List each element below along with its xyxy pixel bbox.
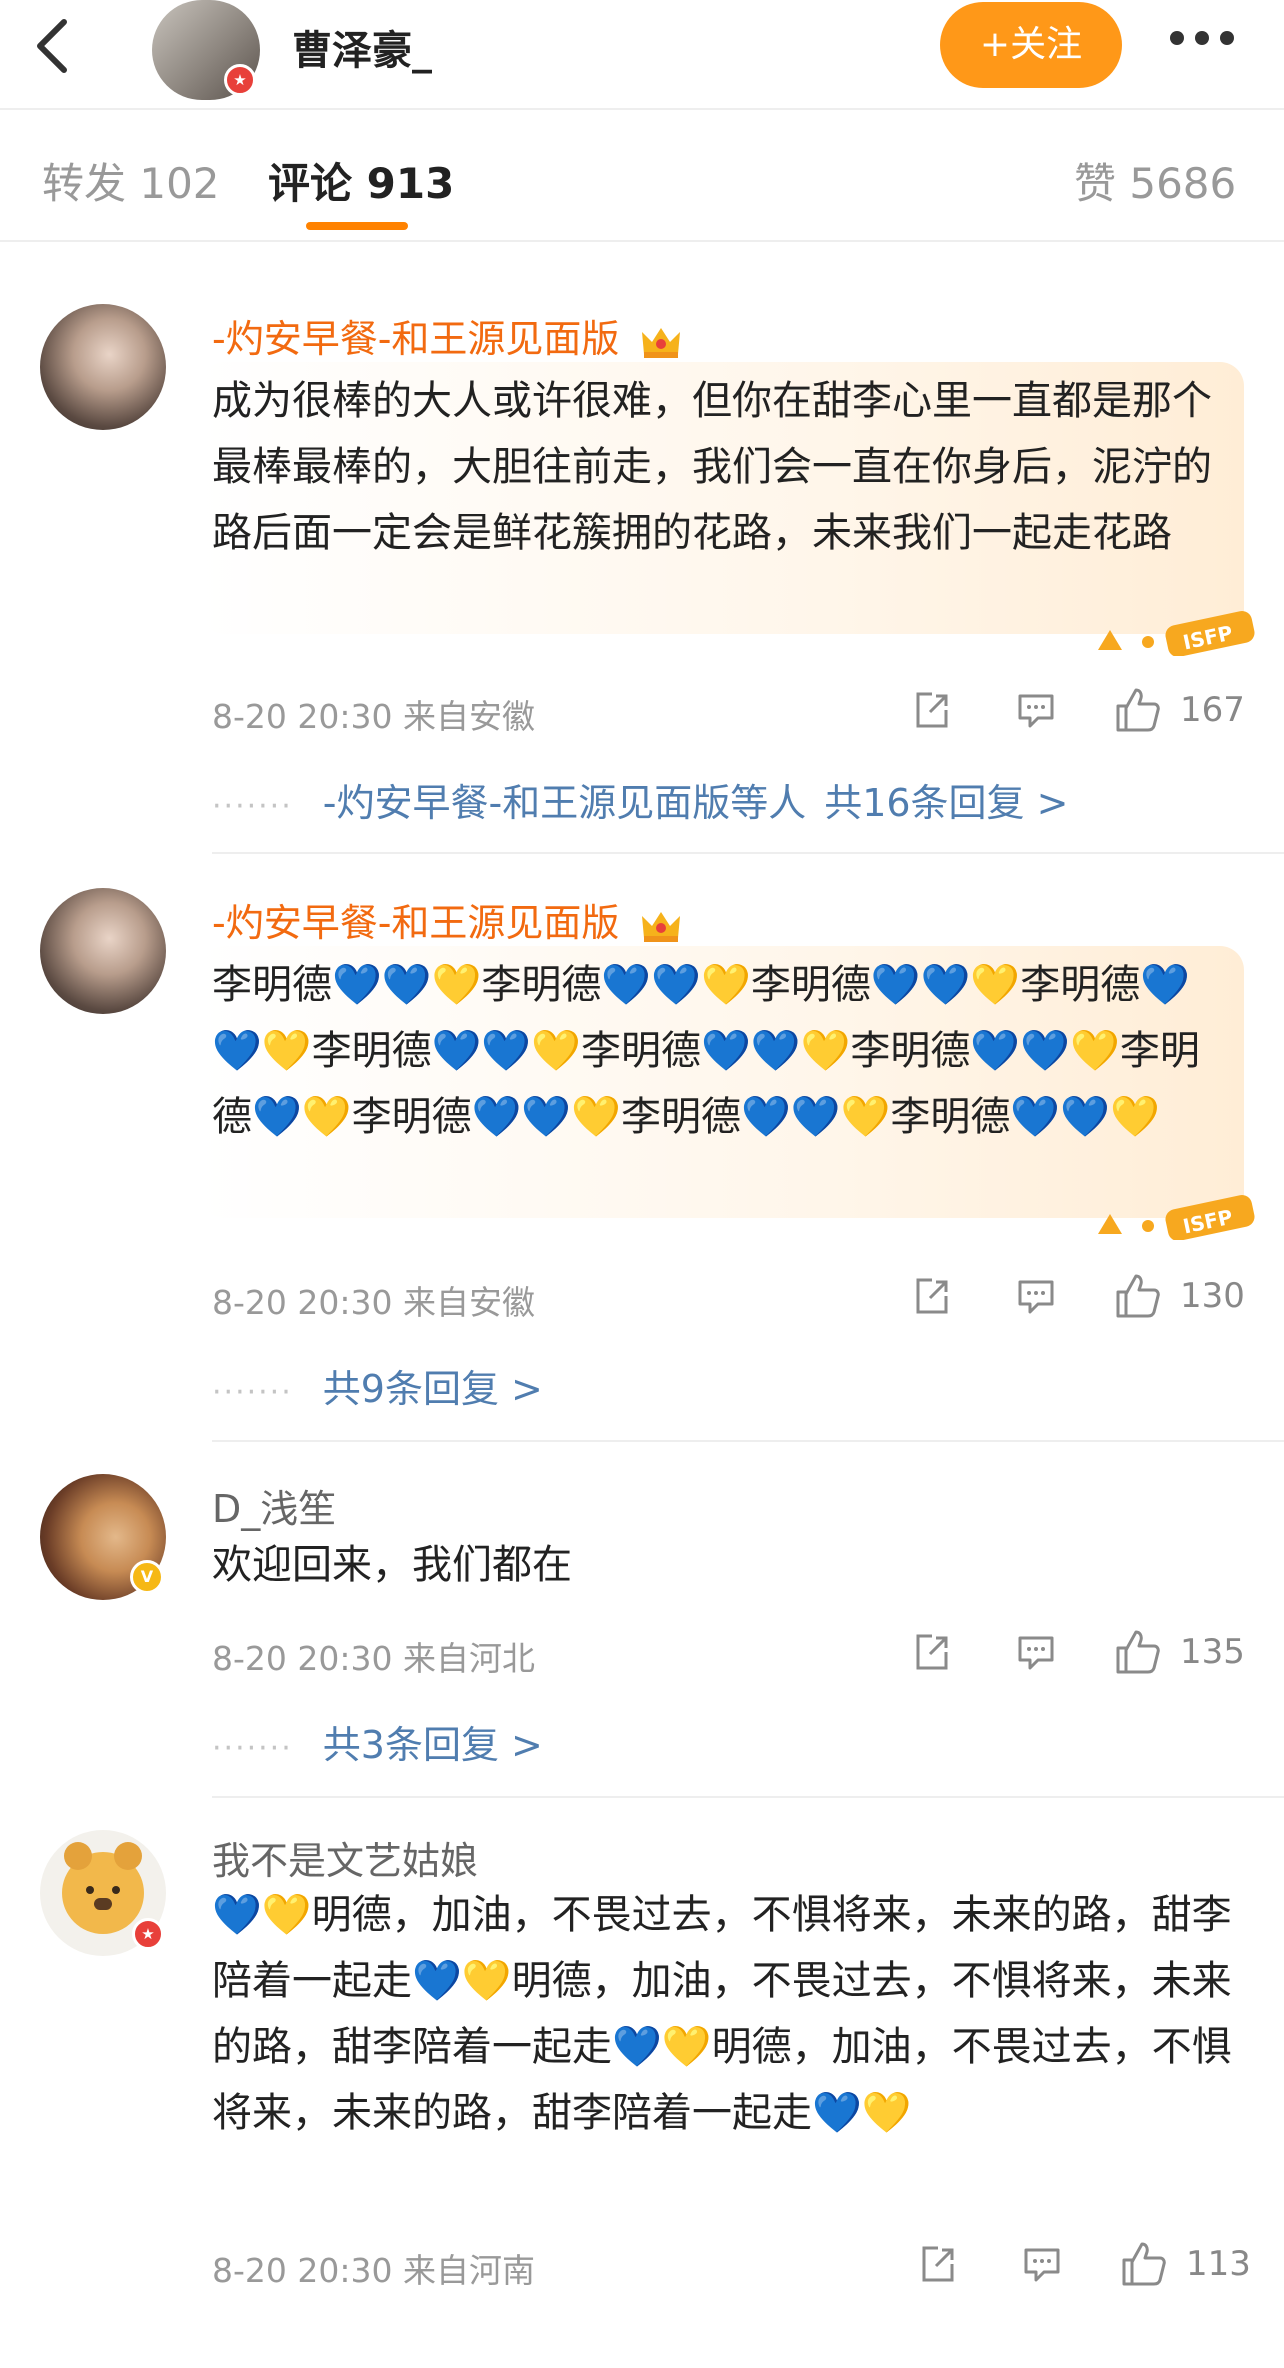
back-icon[interactable] xyxy=(28,16,80,76)
profile-name[interactable]: 曹泽豪_ xyxy=(292,18,432,76)
tabs-divider xyxy=(0,240,1284,242)
verified-badge-icon: ★ xyxy=(224,64,256,96)
header-divider xyxy=(0,108,1284,110)
comment-text: 李明德💙💙💛李明德💙💙💛李明德💙💙💛李明德💙💙💛李明德💙💙💛李明德💙💙💛李明德💙… xyxy=(212,962,1200,1140)
repost-icon[interactable] xyxy=(918,2244,958,2284)
comment-divider xyxy=(212,1796,1284,1798)
comment-icon[interactable] xyxy=(1016,1632,1056,1672)
comment-text: 💙💛明德，加油，不畏过去，不惧将来，未来的路，甜李陪着一起走💙💛明德，加油，不畏… xyxy=(212,1892,1232,2136)
comment-icon[interactable] xyxy=(1016,690,1056,730)
verified-badge-icon: ★ xyxy=(132,1918,164,1950)
tab-likes[interactable]: 赞 5686 xyxy=(1074,150,1236,211)
comment-author[interactable]: -灼安早餐-和王源见面版 xyxy=(212,892,682,947)
tab-reposts[interactable]: 转发 102 xyxy=(42,150,220,211)
tab-comments[interactable]: 评论 913 xyxy=(268,150,454,211)
like-icon[interactable] xyxy=(1114,1628,1162,1676)
more-icon[interactable] xyxy=(1170,30,1246,56)
comment-icon[interactable] xyxy=(1022,2244,1062,2284)
follow-button[interactable]: +关注 xyxy=(940,2,1122,88)
like-count: 167 xyxy=(1180,690,1245,730)
comment-text: 欢迎回来，我们都在 xyxy=(212,1542,572,1588)
comment-timestamp: 8-20 20:30 来自河北 xyxy=(212,1639,535,1678)
like-icon[interactable] xyxy=(1114,1272,1162,1320)
comment-divider xyxy=(212,1440,1284,1442)
like-icon[interactable] xyxy=(1114,686,1162,734)
author-name[interactable]: -灼安早餐-和王源见面版 xyxy=(212,317,619,361)
replies-authors[interactable]: -灼安早餐-和王源见面版等人 xyxy=(323,781,806,825)
dots-icon: ······· xyxy=(212,1375,293,1410)
repost-icon[interactable] xyxy=(912,1276,952,1316)
comment-icon[interactable] xyxy=(1016,1276,1056,1316)
dots-icon: ······· xyxy=(212,789,293,824)
avatar[interactable] xyxy=(40,304,166,430)
repost-icon[interactable] xyxy=(912,1632,952,1672)
comment-timestamp: 8-20 20:30 来自安徽 xyxy=(212,697,535,736)
comment-timestamp: 8-20 20:30 来自河南 xyxy=(212,2251,535,2290)
comment-item: -灼安早餐-和王源见面版 李明德💙💙💛李明德💙💙💛李明德💙💙💛李明德💙💙💛李明德… xyxy=(0,884,1284,1424)
comment-author[interactable]: D_浅笙 xyxy=(212,1478,336,1533)
like-icon[interactable] xyxy=(1120,2240,1168,2288)
isfp-sticker-icon: ISFP xyxy=(1098,611,1255,656)
crown-icon xyxy=(641,911,680,942)
repost-icon[interactable] xyxy=(912,690,952,730)
comment-author[interactable]: 我不是文艺姑娘 xyxy=(212,1830,478,1885)
comment-item: -灼安早餐-和王源见面版 成为很棒的大人或许很难，但你在甜李心里一直都是那个最棒… xyxy=(0,300,1284,840)
view-replies-link[interactable]: ······· 共9条回复 > xyxy=(212,1358,543,1413)
crown-icon xyxy=(641,327,680,358)
comment-author[interactable]: -灼安早餐-和王源见面版 xyxy=(212,308,682,363)
active-tab-indicator xyxy=(306,222,408,230)
like-count: 135 xyxy=(1180,1632,1245,1672)
replies-count[interactable]: 共9条回复 > xyxy=(323,1367,543,1411)
profile-avatar[interactable]: ★ xyxy=(152,0,260,100)
comment-timestamp: 8-20 20:30 来自安徽 xyxy=(212,1283,535,1322)
comment-item: ★ 我不是文艺姑娘 💙💛明德，加油，不畏过去，不惧将来，未来的路，甜李陪着一起走… xyxy=(0,1830,1284,2368)
dots-icon: ······· xyxy=(212,1731,293,1766)
comment-divider xyxy=(212,852,1284,854)
like-count: 130 xyxy=(1180,1276,1245,1316)
comment-text: 成为很棒的大人或许很难，但你在甜李心里一直都是那个最棒最棒的，大胆往前走，我们会… xyxy=(212,378,1212,556)
avatar[interactable] xyxy=(40,888,166,1014)
verified-badge-icon: V xyxy=(130,1560,164,1594)
weibo-comments-page: ★ 曹泽豪_ +关注 转发 102 评论 913 赞 5686 -灼安早餐-和王… xyxy=(0,0,1284,2368)
isfp-sticker-icon: ISFP xyxy=(1098,1195,1255,1240)
like-count: 113 xyxy=(1186,2244,1251,2284)
pooh-avatar-icon xyxy=(62,1842,144,1934)
view-replies-link[interactable]: ······· 共3条回复 > xyxy=(212,1714,543,1769)
comment-item: V D_浅笙 欢迎回来，我们都在 8-20 20:30 来自河北 135 ···… xyxy=(0,1472,1284,1772)
replies-count[interactable]: 共16条回复 > xyxy=(824,781,1068,825)
author-name[interactable]: -灼安早餐-和王源见面版 xyxy=(212,901,619,945)
top-bar: ★ 曹泽豪_ +关注 xyxy=(0,0,1284,110)
replies-count[interactable]: 共3条回复 > xyxy=(323,1723,543,1767)
view-replies-link[interactable]: ······· -灼安早餐-和王源见面版等人 共16条回复 > xyxy=(212,772,1068,827)
